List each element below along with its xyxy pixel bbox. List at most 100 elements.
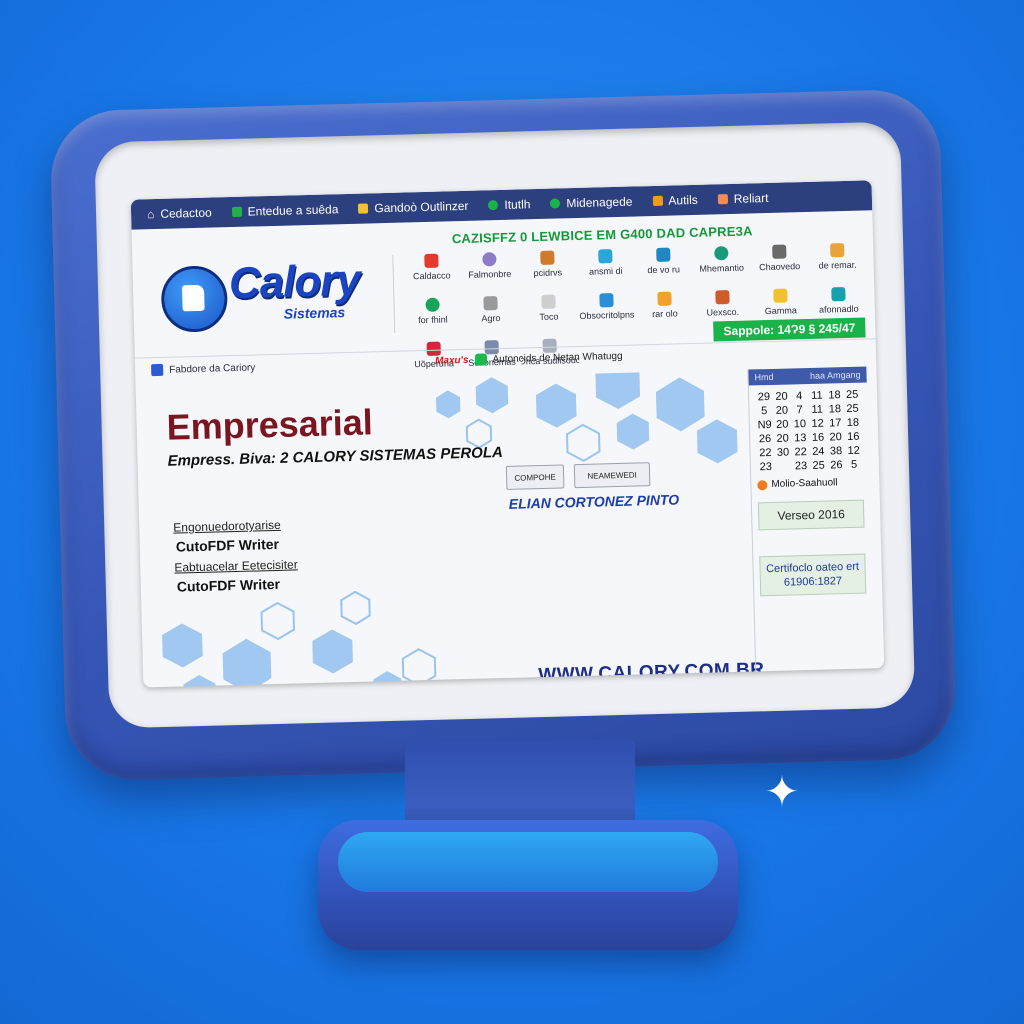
module-label: Obsocritolpns: [579, 309, 635, 321]
calendar-day[interactable]: 11: [808, 390, 826, 402]
calendar-day[interactable]: 18: [826, 403, 844, 415]
module-label: afonnadlo: [818, 303, 859, 315]
calendar-day[interactable]: 30: [774, 446, 792, 459]
calendar-day[interactable]: 5: [845, 459, 863, 471]
calendar-day[interactable]: 12: [809, 418, 827, 430]
calendar-day[interactable]: N9: [756, 419, 774, 431]
logo-name: Calory: [228, 255, 361, 309]
calendar-day[interactable]: 18: [844, 417, 862, 429]
calendar-day[interactable]: 26: [827, 459, 845, 471]
module-item[interactable]: Obsocritolpns: [577, 288, 636, 334]
module-item[interactable]: ansmi di: [576, 245, 635, 291]
calendar-day[interactable]: 20: [774, 432, 792, 445]
cert-line-2: 61906:1827: [783, 575, 843, 589]
nav-item-autils[interactable]: Autils: [652, 193, 698, 208]
module-label: de vo ru: [647, 264, 681, 276]
calendar-day[interactable]: 20: [827, 431, 845, 443]
module-item[interactable]: Toco: [519, 290, 578, 336]
module-item[interactable]: rar olo: [635, 287, 694, 333]
nav-item-cedactoo[interactable]: ⌂ Cedactoo: [147, 206, 212, 222]
nav-item-itutlh[interactable]: Itutlh: [488, 197, 531, 212]
module-label: Agro: [481, 313, 501, 324]
calendar-day[interactable]: 29: [755, 391, 773, 403]
module-icon: [657, 291, 672, 306]
main-banner: Empresarial Empress. Biva: 2 CALORY SIST…: [136, 369, 765, 688]
nav-item-reliart[interactable]: Reliart: [717, 190, 769, 206]
nav-item-label: Itutlh: [504, 197, 531, 212]
calendar-day[interactable]: 18: [826, 389, 844, 401]
module-item[interactable]: Mhemantio: [692, 241, 751, 287]
version-badge: Verseo 2016: [757, 499, 865, 531]
calendar-day[interactable]: 22: [756, 447, 774, 459]
nav-item-label: Reliart: [733, 190, 769, 206]
nav-item-gandoo[interactable]: Gandoò Outlinzer: [358, 198, 469, 216]
calendar-day[interactable]: 7: [791, 404, 809, 416]
calendar-day[interactable]: 20: [773, 404, 791, 417]
calendar-day[interactable]: 5: [755, 405, 773, 417]
module-item[interactable]: Caldacco: [402, 249, 461, 295]
calendar-day[interactable]: 4: [790, 390, 808, 402]
calendar-day[interactable]: 25: [810, 460, 828, 472]
module-item[interactable]: de remar.: [808, 238, 867, 284]
logo[interactable]: Calory Sistemas: [152, 254, 396, 340]
cert-line-1: Certifoclo oateo ert: [765, 560, 860, 576]
calendar-head-left: Hmd: [754, 371, 774, 383]
monitor-base-top: [338, 832, 718, 892]
website-link[interactable]: WWW.CALORY.COM.BR: [538, 659, 765, 687]
certificate-box[interactable]: Certifoclo oateo ert 61906:1827: [759, 553, 867, 597]
screen: ⌂ Cedactoo Entedue a suêda Gandoò Outlin…: [130, 180, 885, 688]
news-link[interactable]: Maxu's Autoncids de Netan Whatugg: [435, 350, 623, 367]
calendar-day[interactable]: 11: [808, 404, 826, 416]
module-icon: [598, 249, 613, 264]
field-label: Eabtuacelar Eetecisiter: [174, 557, 298, 575]
module-item[interactable]: de vo ru: [634, 243, 693, 289]
nav-item-label: Gandoò Outlinzer: [374, 198, 469, 216]
calendar-day[interactable]: 38: [827, 445, 845, 457]
calendar-day[interactable]: 16: [809, 432, 827, 444]
module-item[interactable]: pcidrvs: [518, 246, 577, 292]
neamewedi-button[interactable]: NEAMEWEDI: [573, 462, 651, 489]
module-label: Falmonbre: [468, 268, 512, 280]
calendar-day[interactable]: 23: [757, 461, 775, 473]
module-icon: [772, 244, 787, 259]
facebook-link[interactable]: Fabdore da Cariory: [151, 361, 255, 377]
module-icon: [482, 252, 497, 267]
module-item[interactable]: for fhinl: [403, 293, 462, 339]
whatsapp-icon: [550, 198, 561, 209]
document-icon: [231, 206, 242, 218]
nav-item-label: Midenagede: [566, 194, 633, 211]
calendar-day[interactable]: 26: [756, 433, 774, 445]
sparkle-icon: ✦: [764, 768, 800, 815]
nav-item-entedue[interactable]: Entedue a suêda: [231, 202, 339, 219]
calendar-day[interactable]: 10: [791, 418, 809, 430]
calendar-day[interactable]: 12: [845, 445, 863, 457]
calendar-day[interactable]: 25: [844, 403, 862, 415]
calendar-day: [774, 460, 792, 472]
calendar-day[interactable]: 17: [826, 417, 844, 429]
top-nav: ⌂ Cedactoo Entedue a suêda Gandoò Outlin…: [130, 180, 873, 230]
calendar-day[interactable]: 23: [792, 460, 810, 472]
calendar-day[interactable]: 13: [791, 432, 809, 444]
logo-sub: Sistemas: [283, 304, 346, 322]
field-value: CutoFDF Writer: [176, 575, 281, 595]
module-item[interactable]: Agro: [461, 292, 520, 338]
module-item[interactable]: Falmonbre: [460, 248, 519, 294]
calendar-day[interactable]: 16: [844, 431, 862, 443]
compohe-button[interactable]: COMPOHE: [505, 464, 565, 490]
mail-icon: [358, 203, 369, 214]
calendar-day[interactable]: 24: [809, 446, 827, 458]
calendar-day[interactable]: 22: [792, 446, 810, 458]
module-label: Chaovedo: [759, 261, 801, 273]
module-icon: [541, 294, 556, 309]
module-icon: [714, 246, 729, 261]
module-item[interactable]: Chaovedo: [750, 240, 809, 286]
holiday-note: Molio-Saahuoll: [751, 474, 869, 492]
calendar-day[interactable]: 20: [773, 418, 791, 431]
module-label: de remar.: [818, 259, 857, 271]
calendar-day[interactable]: 20: [773, 390, 791, 403]
support-badge[interactable]: Sappole: 14Ɂ9 § 245/47: [713, 317, 866, 342]
module-icon: [831, 286, 846, 302]
nav-item-midenagede[interactable]: Midenagede: [550, 194, 633, 211]
module-icon: [599, 293, 614, 308]
calendar-day[interactable]: 25: [843, 389, 861, 401]
